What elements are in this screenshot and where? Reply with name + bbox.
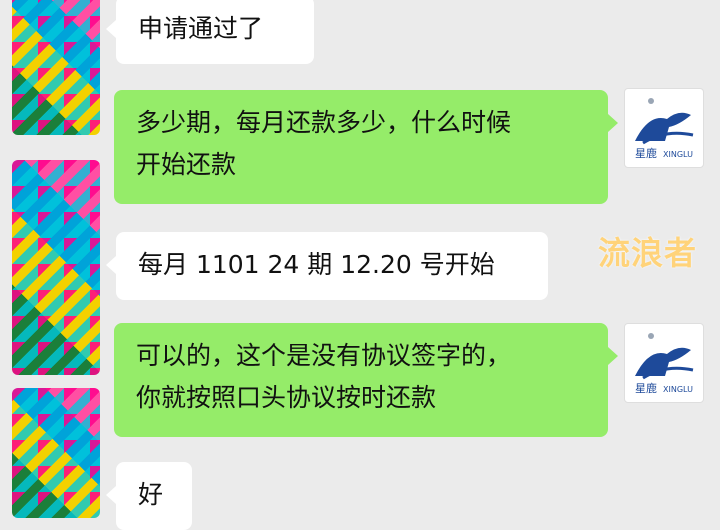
message-bubble-left[interactable]: 好: [106, 462, 192, 530]
message-bubble-left[interactable]: 申请通过了: [106, 0, 314, 64]
message-bubble-left[interactable]: 每月 1101 24 期 12.20 号开始: [106, 232, 548, 300]
xinglu-logo-icon: 星鹿 XINGLU: [635, 98, 694, 160]
logo-text-cn: 星鹿: [635, 146, 657, 160]
watermark-text: 流浪者: [598, 234, 698, 272]
message-text-line: 多少期，每月还款多少，什么时候: [136, 108, 512, 137]
message-text-line: 你就按照口头协议按时还款: [136, 383, 437, 412]
message-text: 每月 1101 24 期 12.20 号开始: [138, 250, 495, 279]
avatar-left-3[interactable]: [12, 388, 100, 518]
message-bubble-right[interactable]: 多少期，每月还款多少，什么时候 开始还款: [114, 90, 618, 204]
logo-text-en: XINGLU: [663, 385, 693, 394]
avatar-left-1[interactable]: [12, 0, 100, 135]
avatar-right-1[interactable]: 星鹿 XINGLU: [624, 88, 704, 168]
logo-text-cn: 星鹿: [635, 381, 657, 395]
xinglu-logo-icon: 星鹿 XINGLU: [635, 333, 694, 395]
message-text-line: 开始还款: [136, 150, 237, 179]
message-text: 申请通过了: [138, 14, 264, 43]
message-bubble-right[interactable]: 可以的，这个是没有协议签字的， 你就按照口头协议按时还款: [114, 323, 618, 437]
avatar-right-2[interactable]: 星鹿 XINGLU: [624, 323, 704, 403]
message-text: 好: [138, 480, 164, 509]
avatar-left-2[interactable]: [12, 160, 100, 375]
logo-text-en: XINGLU: [663, 150, 693, 159]
message-text-line: 可以的，这个是没有协议签字的，: [136, 341, 512, 370]
